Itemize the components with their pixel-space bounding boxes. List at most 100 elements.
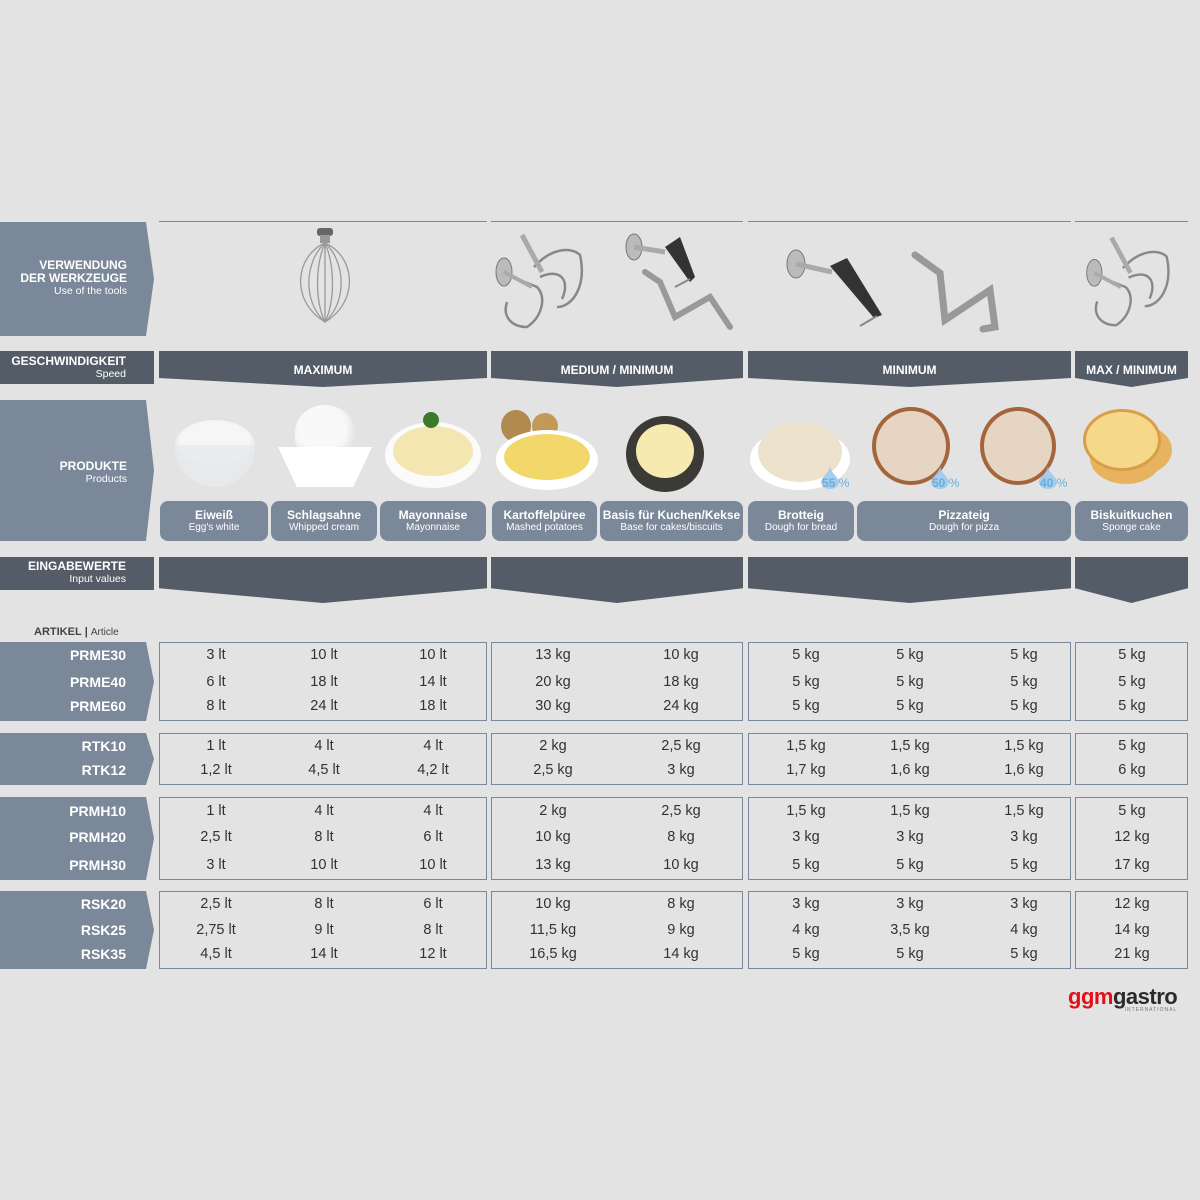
product-name-en: Mayonnaise	[406, 522, 460, 533]
spiral-hook-icon	[911, 251, 999, 333]
model-name: PRMH20	[69, 829, 126, 845]
capacity-value: 5 kg	[1010, 946, 1038, 962]
model-group-label	[0, 891, 154, 969]
product-name-en: Mashed potatoes	[506, 522, 583, 533]
capacity-value: 14 lt	[310, 946, 338, 962]
capacity-value: 1,5 kg	[890, 738, 930, 754]
capacity-value: 10 lt	[419, 647, 447, 663]
capacity-value: 14 kg	[1114, 922, 1150, 938]
logo-part-gastro: gastro	[1112, 984, 1178, 1009]
product-name-de: Eiweiß	[194, 508, 233, 522]
capacity-value: 2,5 lt	[200, 896, 232, 912]
capacity-value: 10 kg	[663, 857, 699, 873]
hydration-value: 55	[822, 476, 836, 490]
flat-beater-icon	[1086, 236, 1170, 327]
capacity-value: 1,5 kg	[1004, 803, 1044, 819]
capacity-value: 5 kg	[896, 647, 924, 663]
capacity-value: 1 lt	[206, 738, 226, 754]
capacity-value: 8 lt	[206, 698, 226, 714]
group-divider-line	[1075, 221, 1188, 222]
capacity-value: 20 kg	[535, 674, 571, 690]
hydration-unit: %	[948, 476, 960, 490]
model-name: RSK35	[80, 946, 126, 962]
capacity-value: 10 kg	[663, 647, 699, 663]
capacity-value: 3 kg	[896, 829, 924, 845]
capacity-value: 9 kg	[667, 922, 695, 938]
capacity-value: 8 kg	[667, 896, 695, 912]
capacity-value: 1,2 lt	[200, 762, 232, 778]
capacity-value: 5 kg	[1118, 698, 1146, 714]
capacity-value: 10 kg	[535, 896, 571, 912]
capacity-value: 4 lt	[423, 738, 443, 754]
product-name-en: Whipped cream	[288, 522, 360, 533]
capacity-value: 10 lt	[310, 647, 338, 663]
capacity-value: 5 kg	[792, 647, 820, 663]
hydration-percent: 50 %	[932, 476, 959, 490]
capacity-value: 8 lt	[423, 922, 443, 938]
capacity-value: 24 kg	[663, 698, 699, 714]
capacity-value: 14 kg	[663, 946, 699, 962]
capacity-value: 10 lt	[419, 857, 447, 873]
capacity-value: 10 kg	[535, 829, 571, 845]
capacity-value: 3 kg	[1010, 896, 1038, 912]
capacity-value: 30 kg	[535, 698, 571, 714]
product-cake-base: Basis für Kuchen/Kekse Base for cakes/bis…	[600, 501, 743, 541]
capacity-value: 1,6 kg	[1004, 762, 1044, 778]
speed-banner: MAXIMUM	[159, 351, 487, 387]
capacity-value: 3 kg	[667, 762, 695, 778]
whipped-cream-bowl-image	[275, 405, 375, 490]
group-divider-line	[491, 221, 743, 222]
mashed-potatoes-image	[496, 410, 598, 490]
section-products-label: PRODUKTE Products	[0, 400, 154, 541]
model-name: PRME40	[69, 674, 126, 690]
tools-label-line2: DER WERKZEUGE	[20, 271, 127, 285]
section-speed-label: GESCHWINDIGKEIT Speed	[0, 351, 154, 384]
capacity-value: 8 lt	[314, 896, 334, 912]
capacity-value: 9 lt	[314, 922, 334, 938]
product-name-de: Mayonnaise	[398, 508, 468, 522]
capacity-value: 11,5 kg	[529, 922, 577, 938]
section-input-label: EINGABEWERTE Input values	[0, 557, 154, 590]
input-sublabel: Input values	[69, 573, 126, 585]
capacity-value: 3 lt	[206, 647, 226, 663]
capacity-value: 21 kg	[1114, 946, 1150, 962]
capacity-value: 4 lt	[314, 738, 334, 754]
input-label: EINGABEWERTE	[27, 559, 126, 573]
capacity-value: 16,5 kg	[529, 946, 577, 962]
product-egg-white: Eiweiß Egg's white	[160, 501, 268, 541]
speed-value: MEDIUM / MINIMUM	[560, 363, 674, 377]
capacity-value: 12 kg	[1114, 896, 1150, 912]
product-mayonnaise: Mayonnaise Mayonnaise	[380, 501, 486, 541]
capacity-value: 2,5 lt	[200, 829, 232, 845]
capacity-value: 13 kg	[535, 857, 571, 873]
capacity-value: 2 kg	[539, 738, 567, 754]
speed-sublabel: Speed	[95, 368, 126, 380]
capacity-value: 3 kg	[792, 896, 820, 912]
capacity-value: 24 lt	[310, 698, 338, 714]
model-name: RTK10	[81, 738, 126, 754]
tools-sublabel: Use of the tools	[54, 285, 127, 297]
speed-value: MAX / MINIMUM	[1086, 363, 1177, 377]
model-name: RTK12	[81, 762, 126, 778]
speed-banner: MINIMUM	[748, 351, 1071, 387]
hydration-percent: 55 %	[822, 476, 849, 490]
capacity-value: 5 kg	[896, 674, 924, 690]
flat-beater-icon	[495, 233, 583, 329]
product-name-de: Schlagsahne	[286, 508, 362, 522]
hydration-value: 50	[932, 476, 946, 490]
products-label: PRODUKTE	[59, 459, 127, 473]
mayonnaise-bowl-image	[385, 412, 481, 490]
input-banner	[1075, 557, 1188, 603]
product-name-de: Brotteig	[778, 508, 824, 522]
product-sponge-cake: Biskuitkuchen Sponge cake	[1075, 501, 1188, 541]
capacity-value: 1,5 kg	[890, 803, 930, 819]
capacity-value: 5 kg	[1118, 674, 1146, 690]
speed-banner: MEDIUM / MINIMUM	[491, 351, 743, 387]
capacity-value: 14 lt	[419, 674, 447, 690]
capacity-value: 6 lt	[423, 829, 443, 845]
capacity-value: 18 lt	[419, 698, 447, 714]
dough-hook-icon	[625, 233, 733, 330]
capacity-value: 4,5 lt	[308, 762, 340, 778]
capacity-value: 2 kg	[539, 803, 567, 819]
hydration-unit: %	[838, 476, 850, 490]
